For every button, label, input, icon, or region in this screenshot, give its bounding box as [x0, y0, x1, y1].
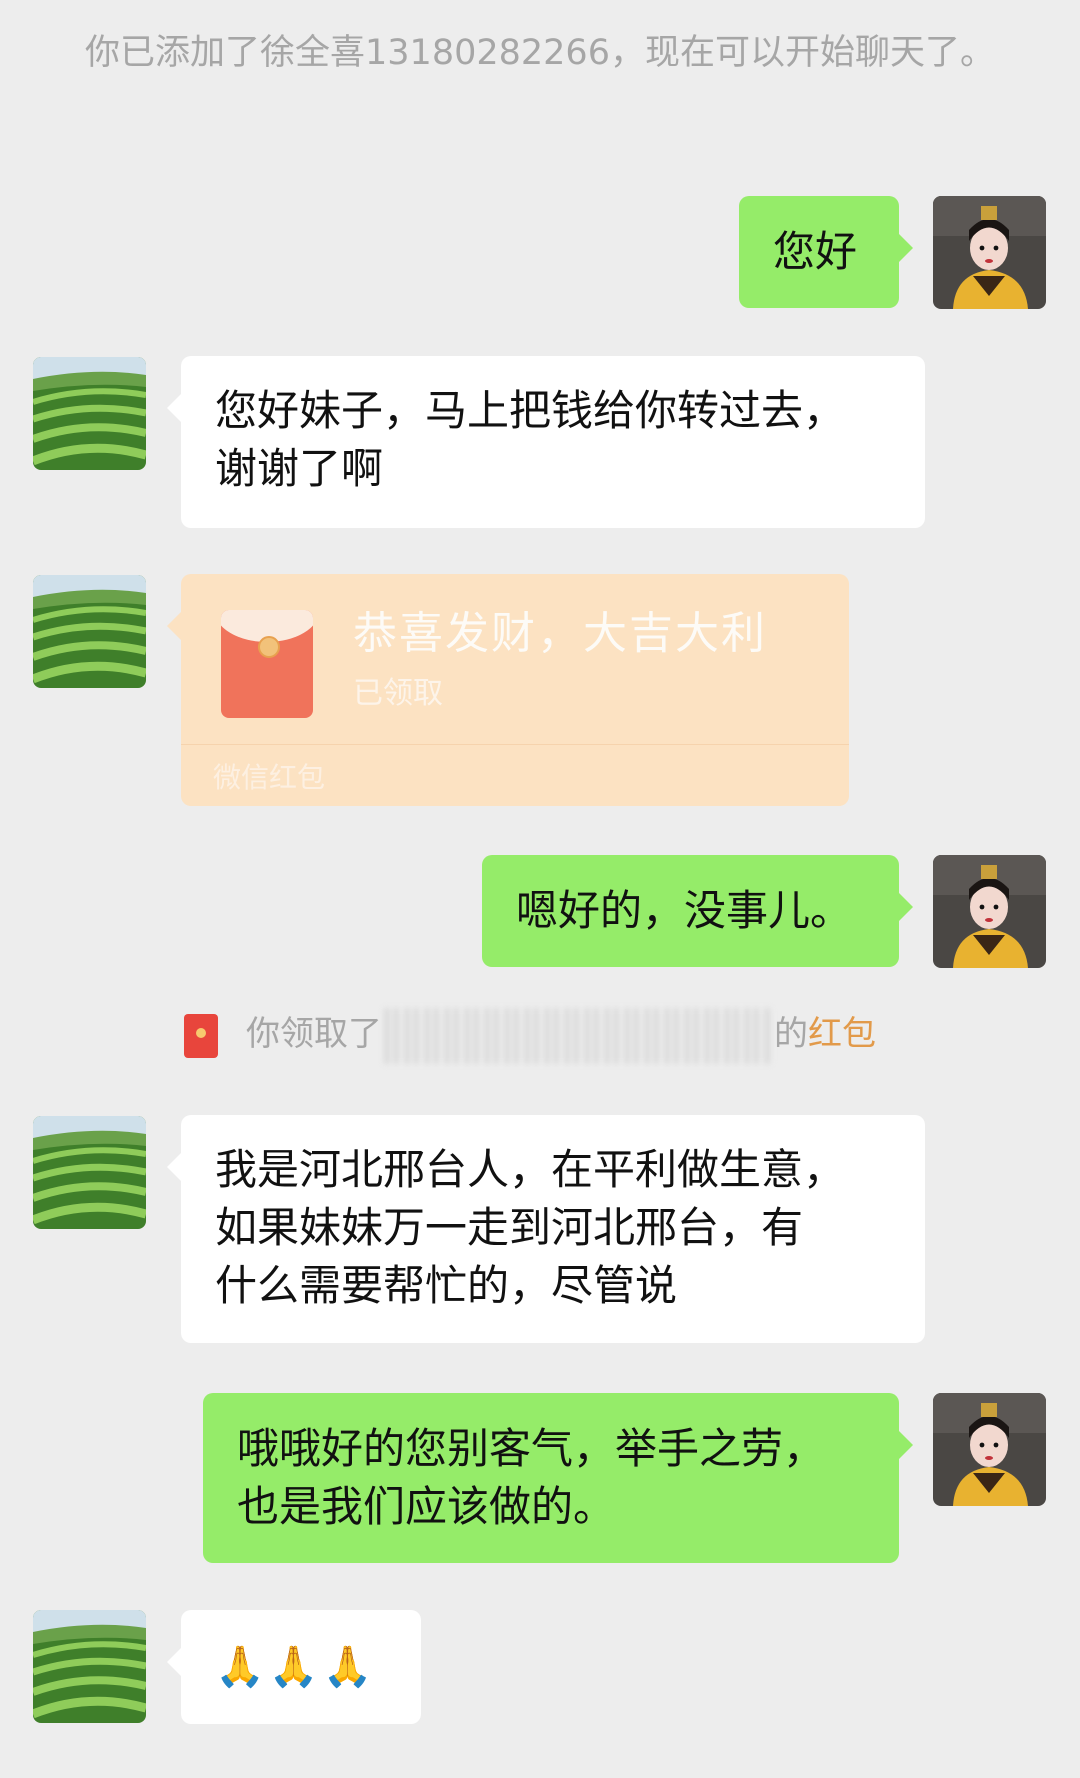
message-line: 如果妹妹万一走到河北邢台，有 [215, 1203, 804, 1252]
message-line: 我是河北邢台人，在平利做生意， [215, 1145, 846, 1194]
tea-field-avatar-icon [33, 1116, 146, 1229]
notice-suffix: 的 [774, 1014, 808, 1054]
contact-avatar[interactable] [33, 1116, 146, 1229]
red-packet-status: 已领取 [353, 676, 443, 711]
red-envelope-icon [221, 610, 313, 718]
message-line: 您好妹子，马上把钱给你转过去， [215, 386, 846, 435]
red-packet-title: 恭喜发财，大吉大利 [353, 608, 767, 659]
prayer-hands-emoji: 🙏🙏🙏 [215, 1644, 377, 1690]
tea-field-avatar-icon [33, 357, 146, 470]
costume-character-avatar-icon [933, 1393, 1046, 1506]
costume-character-avatar-icon [933, 855, 1046, 968]
redacted-name [384, 1007, 772, 1064]
costume-character-avatar-icon [933, 196, 1046, 309]
message-bubble-incoming[interactable]: 🙏🙏🙏 [167, 1610, 421, 1724]
message-bubble-outgoing[interactable]: 您好 [739, 196, 913, 308]
red-packet-footer: 微信红包 [213, 761, 326, 794]
red-envelope-icon [184, 1013, 218, 1058]
message-line: 什么需要帮忙的，尽管说 [215, 1261, 678, 1310]
self-avatar[interactable] [933, 855, 1046, 968]
red-packet-notice: 你领取了 的红包 [184, 1006, 876, 1064]
tea-field-avatar-icon [33, 575, 146, 688]
self-avatar[interactable] [933, 1393, 1046, 1506]
divider [181, 744, 849, 745]
self-avatar[interactable] [933, 196, 1046, 309]
contact-avatar[interactable] [33, 1610, 146, 1723]
red-packet-message[interactable]: 恭喜发财，大吉大利 已领取 微信红包 [167, 574, 849, 806]
contact-avatar[interactable] [33, 575, 146, 688]
message-line: 也是我们应该做的。 [237, 1482, 616, 1531]
tea-field-avatar-icon [33, 1610, 146, 1723]
notice-prefix: 你领取了 [246, 1014, 382, 1054]
red-packet-link[interactable]: 红包 [808, 1014, 876, 1054]
message-text: 您好 [773, 227, 858, 276]
message-bubble-incoming[interactable]: 我是河北邢台人，在平利做生意， 如果妹妹万一走到河北邢台，有 什么需要帮忙的，尽… [167, 1115, 925, 1343]
contact-avatar[interactable] [33, 357, 146, 470]
message-bubble-incoming[interactable]: 您好妹子，马上把钱给你转过去， 谢谢了啊 [167, 356, 925, 528]
message-line: 哦哦好的您别客气，举手之劳， [237, 1424, 826, 1473]
message-text: 嗯好的，没事儿。 [516, 886, 853, 935]
message-line: 谢谢了啊 [215, 444, 384, 493]
system-message: 你已添加了徐全喜13180282266，现在可以开始聊天了。 [85, 33, 995, 73]
message-bubble-outgoing[interactable]: 哦哦好的您别客气，举手之劳， 也是我们应该做的。 [203, 1393, 913, 1563]
message-bubble-outgoing[interactable]: 嗯好的，没事儿。 [482, 855, 913, 967]
